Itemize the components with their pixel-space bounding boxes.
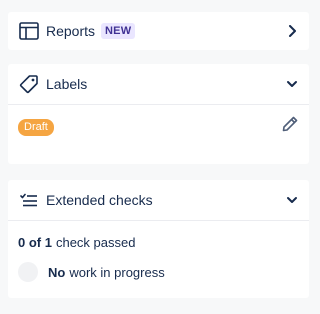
checks-summary: 0 of 1 check passed: [8, 221, 309, 257]
report-icon: [18, 20, 40, 42]
chevron-down-icon[interactable]: [285, 77, 299, 91]
labels-panel: Labels Draft: [8, 64, 309, 164]
wip-strong: No: [48, 264, 66, 280]
new-badge: NEW: [101, 23, 136, 39]
pencil-icon[interactable]: [281, 115, 299, 138]
chevron-down-icon[interactable]: [285, 193, 299, 207]
checks-passed-count: 0 of 1: [18, 234, 52, 250]
tag-icon: [18, 73, 40, 95]
reports-label: Reports: [46, 23, 96, 39]
checks-title: Extended checks: [46, 192, 153, 208]
reports-panel: Reports NEW: [8, 12, 309, 50]
checks-passed-suffix: check passed: [55, 234, 136, 250]
chevron-right-icon[interactable]: [285, 24, 299, 38]
checklist-icon: [18, 189, 40, 211]
checks-panel: Extended checks 0 of 1 check passed No w…: [8, 180, 309, 298]
labels-title: Labels: [46, 76, 88, 92]
status-circle-icon: [18, 262, 38, 282]
wip-row: No work in progress: [8, 257, 309, 287]
draft-label-tag[interactable]: Draft: [18, 119, 54, 136]
labels-body: Draft: [8, 105, 309, 155]
labels-header[interactable]: Labels: [8, 64, 309, 104]
wip-rest: work in progress: [69, 264, 165, 280]
checks-header[interactable]: Extended checks: [8, 180, 309, 220]
reports-header[interactable]: Reports NEW: [8, 12, 309, 50]
